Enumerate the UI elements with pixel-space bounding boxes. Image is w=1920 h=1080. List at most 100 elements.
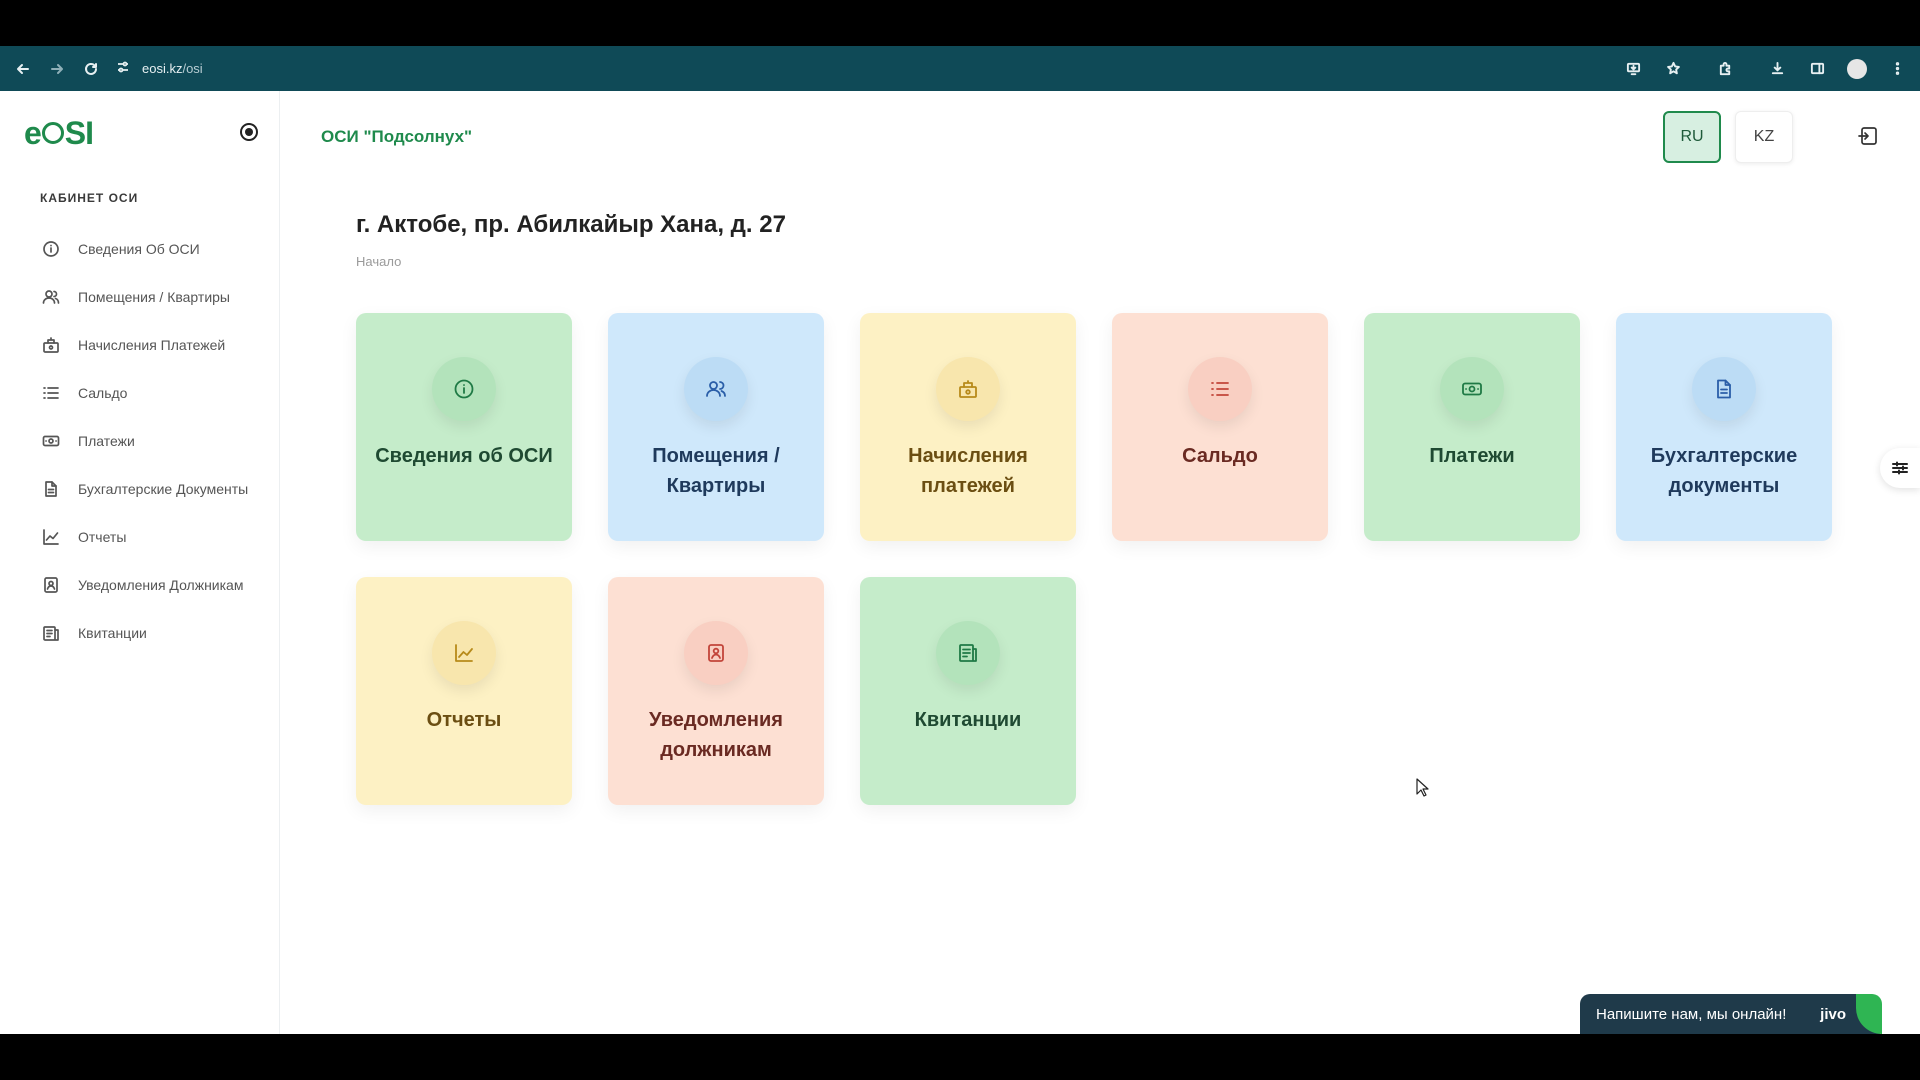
chat-text: Напишите нам, мы онлайн! [1596, 1005, 1787, 1023]
back-button[interactable] [6, 52, 40, 86]
sidebar-item-label: Отчеты [78, 529, 127, 545]
arrow-left-icon [17, 63, 29, 74]
card-balance[interactable]: Сальдо [1112, 313, 1328, 541]
settings-sliders-button[interactable] [1880, 448, 1920, 488]
more-vertical-icon [1895, 62, 1899, 75]
info-icon [40, 238, 62, 260]
browser-actions [1616, 46, 1914, 91]
site-settings-icon[interactable] [116, 60, 142, 77]
card-label: Отчеты [426, 709, 502, 731]
logout-icon[interactable] [1857, 125, 1881, 149]
sidebar-item-label: Бухгалтерские Документы [78, 481, 249, 497]
url-path: /osi [182, 61, 203, 76]
card-label: Уведомления должникам [649, 709, 783, 761]
card-label: Начисления платежей [908, 445, 1028, 497]
logo[interactable]: e SI [24, 115, 94, 152]
sidebar-menu: Сведения Об ОСИ Помещения / Квартиры Нач… [40, 225, 260, 657]
sidebar-section-title: КАБИНЕТ ОСИ [40, 191, 139, 205]
download-icon [1771, 61, 1783, 75]
main-content: ОСИ "Подсолнух" RU KZ г. Актобе, пр. Аби… [281, 91, 1920, 1034]
sidebar-item-premises[interactable]: Помещения / Квартиры [40, 273, 260, 321]
info-icon [432, 357, 496, 421]
chat-widget[interactable]: Напишите нам, мы онлайн! jivo [1580, 994, 1882, 1034]
document-icon [40, 478, 62, 500]
lang-ru-button[interactable]: RU [1663, 111, 1721, 163]
card-label: Сальдо [1182, 445, 1258, 467]
osi-name: ОСИ "Подсолнух" [321, 127, 473, 146]
sidebar-item-reports[interactable]: Отчеты [40, 513, 260, 561]
sidebar-item-label: Помещения / Квартиры [78, 289, 230, 305]
users-icon [684, 357, 748, 421]
card-osi-info[interactable]: Сведения об ОСИ [356, 313, 572, 541]
sidebar-item-label: Квитанции [78, 625, 147, 641]
browser-menu-button[interactable] [1880, 52, 1914, 86]
banknote-icon [40, 430, 62, 452]
sidebar-item-payments[interactable]: Платежи [40, 417, 260, 465]
card-label: Бухгалтерские документы [1650, 445, 1798, 497]
users-icon [40, 286, 62, 308]
sidebar-item-label: Платежи [78, 433, 135, 449]
letterbox-bottom [0, 1034, 1920, 1080]
profile-button[interactable] [1840, 52, 1874, 86]
contact-badge-icon [684, 621, 748, 685]
sidebar-toggle-icon[interactable] [240, 123, 258, 141]
reload-icon [85, 62, 97, 75]
receipt-icon [40, 622, 62, 644]
chat-brand: jivo [1820, 1005, 1846, 1023]
browser-toolbar: eosi.kz/osi [0, 46, 1920, 91]
breadcrumb[interactable]: Начало [356, 254, 401, 269]
address-bar[interactable]: eosi.kz/osi [116, 60, 203, 77]
banknote-icon [1440, 357, 1504, 421]
document-icon [1692, 357, 1756, 421]
sidebar-item-label: Сальдо [78, 385, 128, 401]
card-accounting-docs[interactable]: Бухгалтерские документы [1616, 313, 1832, 541]
card-label: Помещения / Квартиры [652, 445, 780, 497]
card-label: Сведения об ОСИ [375, 445, 553, 467]
chart-icon [432, 621, 496, 685]
card-receipts[interactable]: Квитанции [860, 577, 1076, 805]
sidebar-item-label: Сведения Об ОСИ [78, 241, 200, 257]
card-label: Платежи [1429, 445, 1515, 467]
avatar [1847, 58, 1867, 79]
reload-button[interactable] [74, 52, 108, 86]
forward-button[interactable] [40, 52, 74, 86]
receipt-icon [936, 621, 1000, 685]
cash-register-icon [40, 334, 62, 356]
downloads-button[interactable] [1760, 52, 1794, 86]
star-icon [1666, 61, 1680, 75]
page-title: г. Актобе, пр. Абилкайыр Хана, д. 27 [356, 211, 786, 238]
card-reports[interactable]: Отчеты [356, 577, 572, 805]
sidebar-item-label: Начисления Платежей [78, 337, 226, 353]
sidebar-item-label: Уведомления Должникам [78, 577, 244, 593]
side-panel-button[interactable] [1800, 52, 1834, 86]
chart-icon [40, 526, 62, 548]
dashboard-cards: Сведения об ОСИ Помещения / Квартиры Нач… [356, 313, 1836, 805]
chat-status-indicator [1856, 994, 1882, 1034]
sidebar-item-accruals[interactable]: Начисления Платежей [40, 321, 260, 369]
extensions-button[interactable] [1708, 52, 1742, 86]
sidebar-item-balance[interactable]: Сальдо [40, 369, 260, 417]
sliders-icon [1892, 461, 1908, 475]
install-icon [1626, 62, 1640, 76]
puzzle-icon [1719, 62, 1730, 76]
app: e SI КАБИНЕТ ОСИ Сведения Об ОСИ Помещени… [0, 91, 1920, 1034]
card-accruals[interactable]: Начисления платежей [860, 313, 1076, 541]
card-debtor-notices[interactable]: Уведомления должникам [608, 577, 824, 805]
sidebar-item-osi-info[interactable]: Сведения Об ОСИ [40, 225, 260, 273]
install-app-button[interactable] [1616, 52, 1650, 86]
list-icon [1188, 357, 1252, 421]
sidebar-item-accounting-docs[interactable]: Бухгалтерские Документы [40, 465, 260, 513]
sidebar-item-debtor-notices[interactable]: Уведомления Должникам [40, 561, 260, 609]
card-payments[interactable]: Платежи [1364, 313, 1580, 541]
sidebar-item-receipts[interactable]: Квитанции [40, 609, 260, 657]
url-host: eosi.kz [142, 61, 183, 76]
lang-kz-button[interactable]: KZ [1735, 111, 1793, 163]
sidebar: e SI КАБИНЕТ ОСИ Сведения Об ОСИ Помещени… [0, 91, 280, 1034]
card-premises[interactable]: Помещения / Квартиры [608, 313, 824, 541]
list-icon [40, 382, 62, 404]
bookmark-button[interactable] [1656, 52, 1690, 86]
contact-badge-icon [40, 574, 62, 596]
arrow-right-icon [51, 63, 63, 74]
side-panel-icon [1810, 62, 1824, 75]
mouse-cursor-icon [1416, 778, 1430, 798]
